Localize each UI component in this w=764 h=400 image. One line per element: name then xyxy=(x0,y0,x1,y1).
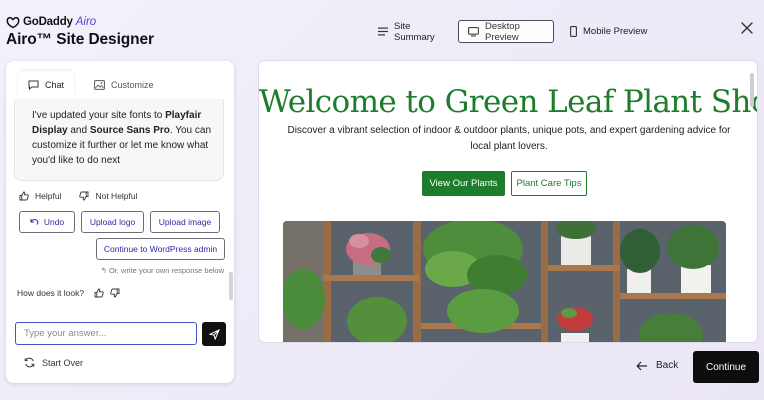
start-over-label: Start Over xyxy=(42,357,84,368)
chat-messages[interactable]: I've updated your site fonts to Playfair… xyxy=(14,99,226,317)
assistant-message: I've updated your site fonts to Playfair… xyxy=(14,99,224,181)
list-icon xyxy=(378,27,388,36)
arrow-left-icon xyxy=(636,361,647,370)
hero-subtitle: Discover a vibrant selection of indoor &… xyxy=(287,125,731,152)
thumbs-down-icon[interactable] xyxy=(110,288,120,298)
close-icon[interactable] xyxy=(740,21,754,35)
quick-actions: Undo Upload logo Upload image xyxy=(14,211,226,233)
upload-logo-label: Upload logo xyxy=(89,217,136,227)
tab-customize[interactable]: Customize xyxy=(84,71,164,98)
site-summary-label: Site Summary xyxy=(394,20,435,43)
airo-logo-text: Airo xyxy=(75,16,97,28)
upload-image-button[interactable]: Upload image xyxy=(150,211,220,233)
looks-feedback: How does it look? xyxy=(17,288,120,298)
back-button[interactable]: Back xyxy=(636,360,678,371)
thumbs-up-icon xyxy=(19,191,29,201)
chat-scrollbar[interactable] xyxy=(229,272,233,300)
brand-logo-row: GoDaddy Airo xyxy=(6,14,154,30)
reply-arrow-icon: ↰ xyxy=(100,266,109,275)
looks-question: How does it look? xyxy=(17,288,85,298)
message-text-mid: and xyxy=(67,125,90,136)
answer-input[interactable] xyxy=(15,322,197,345)
back-label: Back xyxy=(656,360,679,371)
chat-tabs: Chat Customize xyxy=(18,71,164,98)
start-over-button[interactable]: Start Over xyxy=(24,357,83,368)
desktop-preview-button[interactable]: Desktop Preview xyxy=(458,20,554,43)
thumbs-up-icon[interactable] xyxy=(94,288,104,298)
desktop-icon xyxy=(468,26,479,36)
mobile-preview-button[interactable]: Mobile Preview xyxy=(564,20,653,43)
write-own-hint: ↰ Or, write your own response below xyxy=(14,266,226,275)
website-preview[interactable]: Welcome to Green Leaf Plant Shop Discove… xyxy=(258,60,758,343)
preview-scrollbar[interactable] xyxy=(750,73,754,107)
tab-chat[interactable]: Chat xyxy=(18,71,75,98)
tab-chat-label: Chat xyxy=(45,79,65,90)
helpful-label: Helpful xyxy=(35,191,62,201)
helpful-button[interactable]: Helpful xyxy=(19,191,61,201)
thumbs-down-icon xyxy=(79,191,89,201)
continue-button[interactable]: Continue xyxy=(693,351,759,383)
mobile-preview-label: Mobile Preview xyxy=(583,26,648,37)
send-button[interactable] xyxy=(202,322,226,346)
godaddy-logo-icon xyxy=(6,16,20,28)
view-plants-button[interactable]: View Our Plants xyxy=(422,171,505,196)
write-own-hint-text: Or, write your own response below xyxy=(108,266,224,275)
hero-plant-shelf-image xyxy=(283,221,726,342)
message-font-2: Source Sans Pro xyxy=(89,125,170,136)
continue-wordpress-button[interactable]: Continue to WordPress admin xyxy=(96,238,225,260)
godaddy-logo-text: GoDaddy xyxy=(23,16,73,28)
tab-customize-label: Customize xyxy=(111,79,154,90)
brand: GoDaddy Airo Airo™ Site Designer xyxy=(6,14,154,49)
message-text-pre: I've updated your site fonts to xyxy=(32,110,166,121)
site-summary-button[interactable]: Site Summary xyxy=(372,20,452,43)
plant-care-tips-button[interactable]: Plant Care Tips xyxy=(511,171,587,196)
app-title: Airo™ Site Designer xyxy=(6,31,154,48)
upload-image-label: Upload image xyxy=(158,217,212,227)
message-feedback: Helpful Not Helpful xyxy=(14,191,226,201)
hero-title: Welcome to Green Leaf Plant Shop xyxy=(259,84,758,120)
continue-wordpress-label: Continue to WordPress admin xyxy=(103,244,218,254)
not-helpful-label: Not Helpful xyxy=(95,191,138,201)
desktop-preview-label: Desktop Preview xyxy=(485,20,520,43)
top-nav: Site Summary Desktop Preview Mobile Prev… xyxy=(372,20,653,43)
mobile-icon xyxy=(570,26,577,37)
chat-bubble-icon xyxy=(28,80,39,90)
chat-panel: Chat Customize I've updated your site fo… xyxy=(6,61,234,383)
undo-icon xyxy=(30,219,39,225)
not-helpful-button[interactable]: Not Helpful xyxy=(79,191,138,201)
send-icon xyxy=(208,328,220,340)
image-edit-icon xyxy=(94,79,105,90)
refresh-icon xyxy=(24,357,35,368)
upload-logo-button[interactable]: Upload logo xyxy=(81,211,144,233)
undo-button[interactable]: Undo xyxy=(19,211,75,233)
undo-label: Undo xyxy=(43,217,65,227)
